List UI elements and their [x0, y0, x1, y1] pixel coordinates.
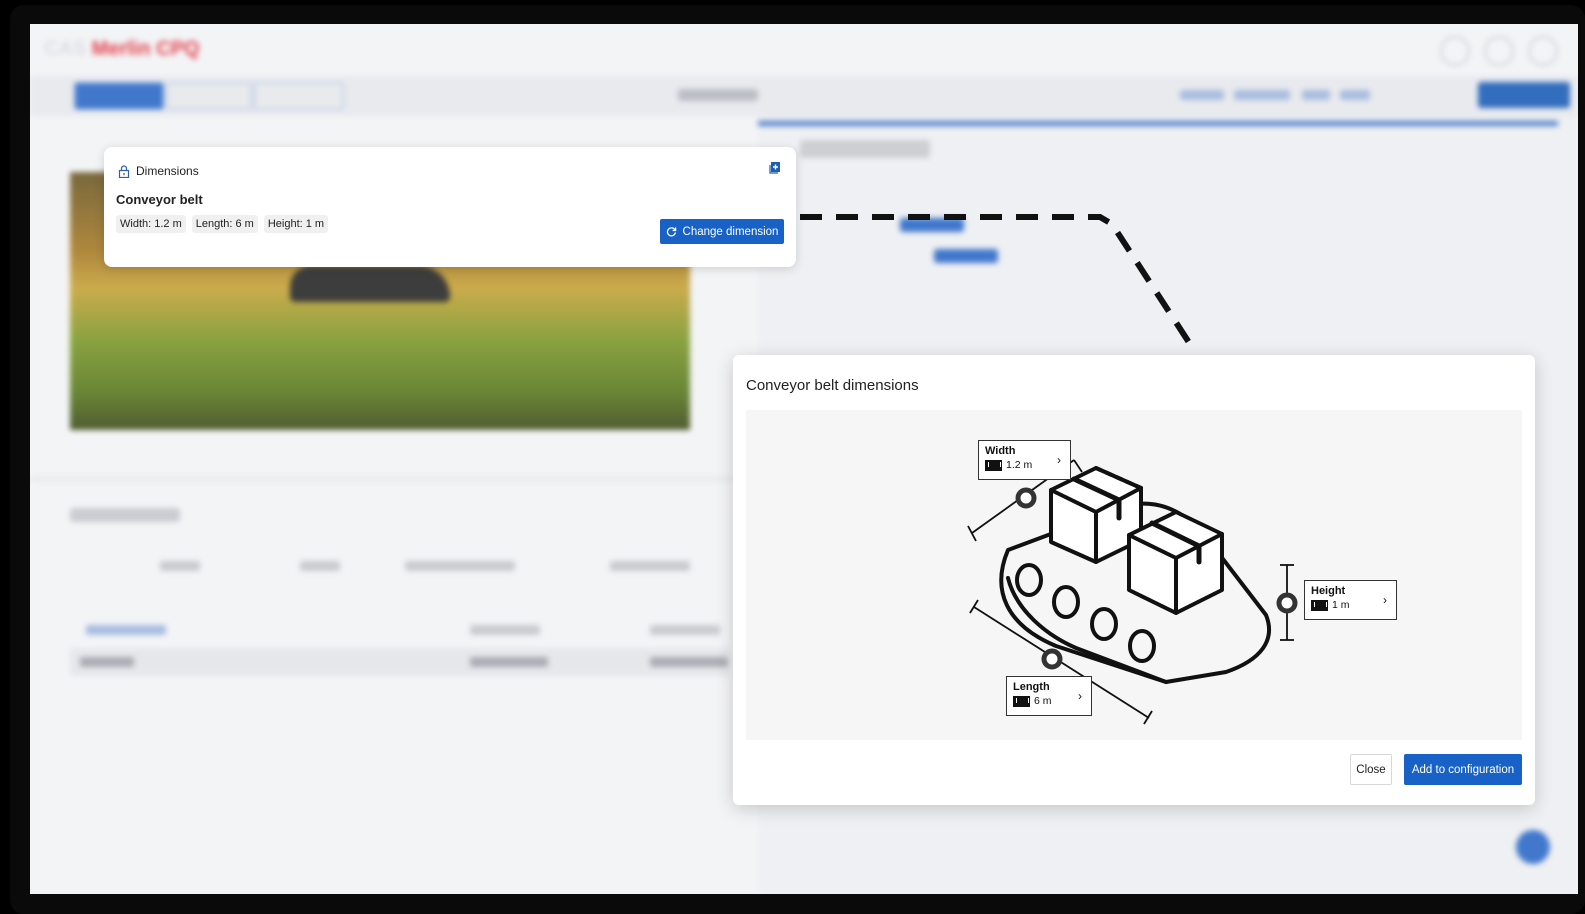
- device-frame: CAS Merlin CPQ Dimensions Conveyor belt …: [10, 5, 1585, 914]
- height-chip: Height: 1 m: [263, 215, 329, 233]
- height-handle[interactable]: [1276, 592, 1298, 614]
- dimensions-modal: Conveyor belt dimensions Width 1.2 m › H…: [733, 355, 1535, 805]
- length-tag[interactable]: Length 6 m ›: [1006, 676, 1092, 716]
- conveyor-diagram: Width 1.2 m › Height 1 m › Length 6 m ›: [746, 410, 1522, 740]
- chevron-right-icon: ›: [1078, 689, 1082, 703]
- length-tag-value: 6 m: [1034, 695, 1052, 707]
- conveyor-belt-illustration: [967, 459, 1298, 725]
- dimensions-card-header: Dimensions: [118, 164, 199, 178]
- ruler-icon: [1013, 695, 1030, 707]
- width-tag-value: 1.2 m: [1006, 459, 1033, 471]
- refresh-icon: [666, 227, 676, 237]
- width-tag[interactable]: Width 1.2 m ›: [978, 440, 1071, 480]
- close-button[interactable]: Close: [1350, 754, 1392, 785]
- modal-title: Conveyor belt dimensions: [746, 377, 919, 394]
- width-chip: Width: 1.2 m: [116, 215, 186, 233]
- chevron-right-icon: ›: [1057, 453, 1061, 467]
- width-handle[interactable]: [1015, 487, 1037, 509]
- change-dimension-button[interactable]: Change dimension: [660, 219, 784, 244]
- length-handle[interactable]: [1041, 648, 1063, 670]
- height-tag-value: 1 m: [1332, 599, 1350, 611]
- ruler-icon: [985, 459, 1002, 471]
- chevron-right-icon: ›: [1383, 593, 1387, 607]
- app-screen: CAS Merlin CPQ Dimensions Conveyor belt …: [30, 24, 1578, 894]
- change-dimension-label: Change dimension: [682, 225, 779, 238]
- lock-icon: [118, 164, 130, 178]
- height-tag[interactable]: Height 1 m ›: [1304, 580, 1397, 620]
- expand-icon[interactable]: [769, 161, 782, 174]
- dimensions-card-header-label: Dimensions: [136, 164, 199, 178]
- dimension-chips: Width: 1.2 m Length: 6 m Height: 1 m: [116, 215, 329, 233]
- length-chip: Length: 6 m: [191, 215, 258, 233]
- dimensions-card-title: Conveyor belt: [116, 192, 203, 207]
- ruler-icon: [1311, 599, 1328, 611]
- add-to-configuration-button[interactable]: Add to configuration: [1404, 754, 1522, 785]
- dimensions-card: Dimensions Conveyor belt Width: 1.2 m Le…: [104, 147, 796, 267]
